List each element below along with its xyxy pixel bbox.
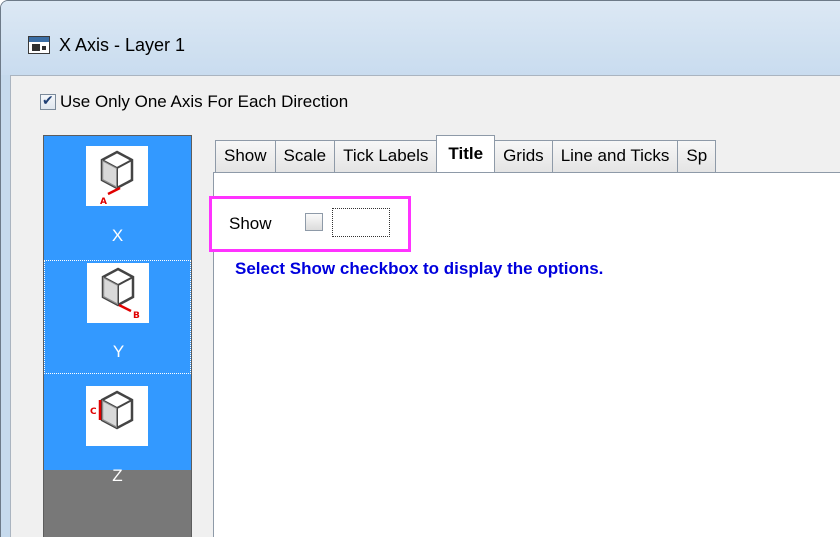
axis-label-y: Y	[112, 342, 125, 361]
axis-x-icon: A	[86, 146, 148, 207]
axis-item-x[interactable]: A X	[44, 140, 191, 254]
window-title: X Axis - Layer 1	[59, 35, 186, 55]
axis-list: A X B Y C Z	[43, 135, 192, 537]
tab-scale[interactable]: Scale	[274, 140, 336, 172]
axis-z-icon: C	[86, 386, 148, 446]
svg-text:A: A	[100, 197, 107, 206]
axis-label-z: Z	[112, 466, 123, 485]
show-focus-rect[interactable]	[332, 208, 390, 237]
app-window-icon	[28, 36, 50, 54]
tab-title[interactable]: Title	[436, 135, 496, 172]
show-label: Show	[229, 214, 272, 233]
dialog-window: X Axis - Layer 1 Use Only One Axis For E…	[0, 0, 840, 537]
hint-text: Select Show checkbox to display the opti…	[235, 259, 604, 278]
tab-strip: Show Scale Tick Labels Title Grids Line …	[215, 135, 717, 172]
one-axis-option[interactable]: Use Only One Axis For Each Direction	[40, 91, 348, 113]
tab-show[interactable]: Show	[215, 140, 276, 172]
tab-special[interactable]: Sp	[677, 140, 717, 172]
svg-text:C: C	[90, 407, 97, 417]
tab-grids[interactable]: Grids	[494, 140, 553, 172]
show-checkbox[interactable]	[305, 213, 323, 231]
svg-text:B: B	[133, 311, 140, 321]
axis-label-x: X	[111, 226, 124, 245]
axis-item-z[interactable]: C Z	[44, 380, 191, 494]
tab-tick-labels[interactable]: Tick Labels	[334, 140, 438, 172]
axis-item-y[interactable]: B Y	[44, 260, 191, 374]
one-axis-label: Use Only One Axis For Each Direction	[60, 92, 349, 111]
one-axis-checkbox[interactable]	[40, 92, 56, 110]
title-bar[interactable]: X Axis - Layer 1	[1, 1, 840, 75]
axis-y-icon: B	[87, 263, 149, 323]
tab-line-and-ticks[interactable]: Line and Ticks	[551, 140, 679, 172]
